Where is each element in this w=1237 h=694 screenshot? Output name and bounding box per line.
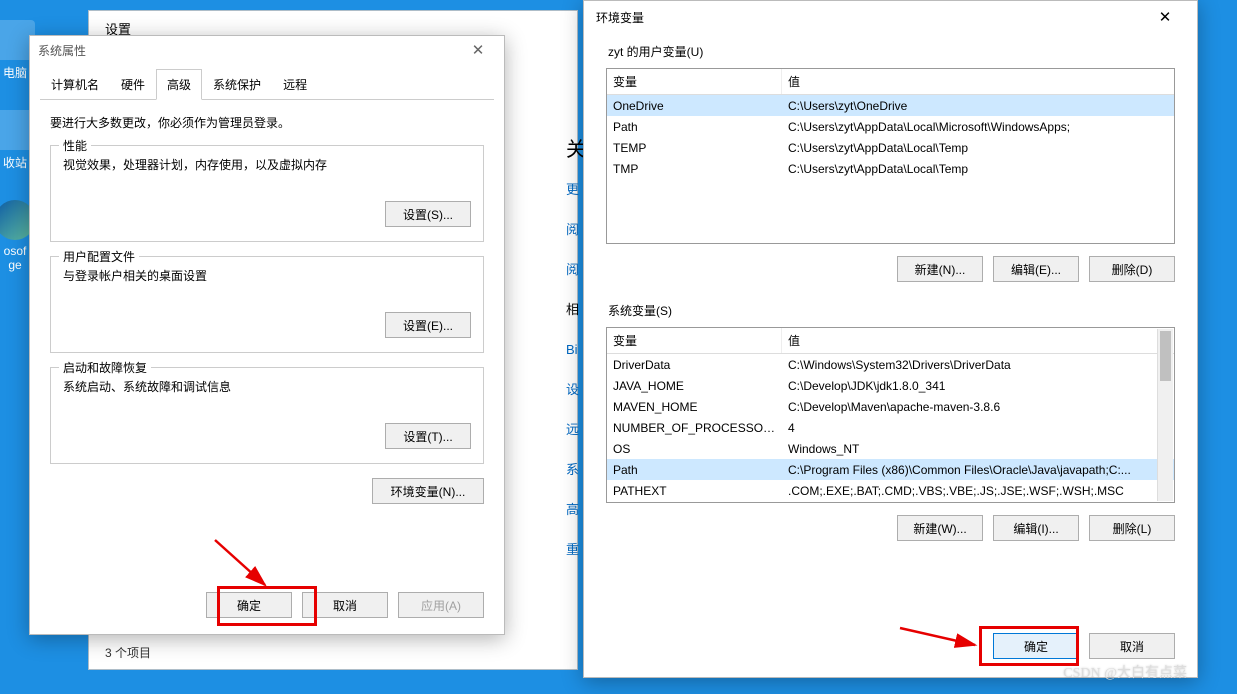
tab-remote[interactable]: 远程	[272, 69, 318, 100]
sysprop-ok-button[interactable]: 确定	[206, 592, 292, 618]
close-icon[interactable]: ✕	[460, 41, 496, 59]
sysprop-apply-button: 应用(A)	[398, 592, 484, 618]
sysprop-tabs: 计算机名 硬件 高级 系统保护 远程	[40, 68, 494, 100]
table-row[interactable]: TMPC:\Users\zyt\AppData\Local\Temp	[607, 158, 1174, 179]
tab-advanced[interactable]: 高级	[156, 69, 202, 100]
table-row[interactable]: DriverDataC:\Windows\System32\Drivers\Dr…	[607, 354, 1174, 375]
sys-vars-label: 系统变量(S)	[608, 302, 1175, 319]
sys-new-button[interactable]: 新建(W)...	[897, 515, 983, 541]
env-title: 环境变量	[596, 9, 644, 26]
env-cancel-button[interactable]: 取消	[1089, 633, 1175, 659]
table-row[interactable]: PathC:\Program Files (x86)\Common Files\…	[607, 459, 1174, 480]
sysprop-title: 系统属性	[38, 42, 86, 59]
settings-t-button[interactable]: 设置(T)...	[385, 423, 471, 449]
user-vars-label: zyt 的用户变量(U)	[608, 43, 1175, 60]
user-edit-button[interactable]: 编辑(E)...	[993, 256, 1079, 282]
env-var-button[interactable]: 环境变量(N)...	[372, 478, 484, 504]
tab-protection[interactable]: 系统保护	[202, 69, 272, 100]
sysprop-cancel-button[interactable]: 取消	[302, 592, 388, 618]
table-row[interactable]: PATHEXT.COM;.EXE;.BAT;.CMD;.VBS;.VBE;.JS…	[607, 480, 1174, 501]
settings-e-button[interactable]: 设置(E)...	[385, 312, 471, 338]
fieldset-user-profile: 用户配置文件 与登录帐户相关的桌面设置 设置(E)...	[50, 256, 484, 353]
scrollbar-vertical[interactable]	[1157, 329, 1173, 501]
col-variable[interactable]: 变量	[607, 328, 782, 353]
env-var-dialog: 环境变量 ✕ zyt 的用户变量(U) 变量 值 OneDriveC:\User…	[583, 0, 1198, 678]
sys-edit-button[interactable]: 编辑(I)...	[993, 515, 1079, 541]
sys-delete-button[interactable]: 删除(L)	[1089, 515, 1175, 541]
env-titlebar[interactable]: 环境变量 ✕	[584, 1, 1197, 33]
user-new-button[interactable]: 新建(N)...	[897, 256, 983, 282]
table-row[interactable]: PathC:\Users\zyt\AppData\Local\Microsoft…	[607, 116, 1174, 137]
table-row[interactable]: TEMPC:\Users\zyt\AppData\Local\Temp	[607, 137, 1174, 158]
close-icon[interactable]: ✕	[1145, 8, 1185, 26]
table-row[interactable]: JAVA_HOMEC:\Develop\JDK\jdk1.8.0_341	[607, 375, 1174, 396]
col-value[interactable]: 值	[782, 328, 1174, 353]
sysprop-admin-note: 要进行大多数更改，你必须作为管理员登录。	[50, 114, 484, 131]
col-variable[interactable]: 变量	[607, 69, 782, 94]
table-row[interactable]: MAVEN_HOMEC:\Develop\Maven\apache-maven-…	[607, 396, 1174, 417]
user-delete-button[interactable]: 删除(D)	[1089, 256, 1175, 282]
sys-vars-list[interactable]: 变量 值 DriverDataC:\Windows\System32\Drive…	[606, 327, 1175, 503]
table-row[interactable]: OneDriveC:\Users\zyt\OneDrive	[607, 95, 1174, 116]
user-vars-list[interactable]: 变量 值 OneDriveC:\Users\zyt\OneDrivePathC:…	[606, 68, 1175, 244]
table-row[interactable]: OSWindows_NT	[607, 438, 1174, 459]
tab-hardware[interactable]: 硬件	[110, 69, 156, 100]
fieldset-performance: 性能 视觉效果，处理器计划，内存使用，以及虚拟内存 设置(S)...	[50, 145, 484, 242]
watermark: CSDN @大白有点菜	[1063, 662, 1187, 682]
tab-computer-name[interactable]: 计算机名	[40, 69, 110, 100]
col-value[interactable]: 值	[782, 69, 1174, 94]
env-ok-button[interactable]: 确定	[993, 633, 1079, 659]
settings-s-button[interactable]: 设置(S)...	[385, 201, 471, 227]
settings-item-count: 3 个项目	[105, 644, 151, 661]
sysprop-titlebar[interactable]: 系统属性 ✕	[30, 36, 504, 64]
fieldset-startup: 启动和故障恢复 系统启动、系统故障和调试信息 设置(T)...	[50, 367, 484, 464]
table-row[interactable]: NUMBER_OF_PROCESSORS4	[607, 417, 1174, 438]
system-properties-dialog: 系统属性 ✕ 计算机名 硬件 高级 系统保护 远程 要进行大多数更改，你必须作为…	[29, 35, 505, 635]
